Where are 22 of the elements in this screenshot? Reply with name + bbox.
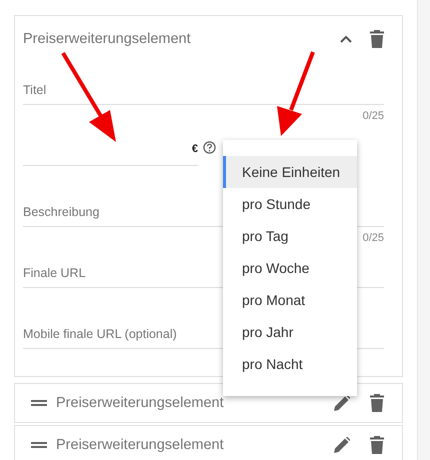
drag-handle-icon[interactable] (31, 442, 47, 448)
chevron-up-icon[interactable] (340, 34, 352, 42)
text-field[interactable]: Titel (23, 61, 384, 105)
menu-option[interactable]: pro Nacht (223, 348, 357, 380)
currency-symbol: € (192, 143, 198, 155)
trash-icon[interactable] (370, 394, 384, 412)
menu-option[interactable]: pro Woche (223, 252, 357, 284)
menu-option[interactable]: pro Jahr (223, 316, 357, 348)
item-title: Preiserweiterungselement (56, 395, 225, 411)
menu-option[interactable]: Keine Einheiten (223, 156, 357, 188)
pencil-icon[interactable] (334, 395, 350, 411)
character-counter: 0/25 (362, 232, 384, 244)
collapsed-item[interactable]: Preiserweiterungselement (14, 425, 403, 460)
item-title: Preiserweiterungselement (56, 437, 225, 453)
pencil-icon[interactable] (334, 437, 350, 453)
drag-handle-icon[interactable] (31, 400, 47, 406)
menu-option[interactable]: pro Stunde (223, 188, 357, 220)
help-icon[interactable] (203, 141, 216, 154)
item-title: Preiserweiterungselement (23, 30, 192, 46)
character-counter: 0/25 (362, 110, 384, 122)
trash-icon[interactable] (370, 436, 384, 454)
trash-icon[interactable] (370, 30, 384, 48)
